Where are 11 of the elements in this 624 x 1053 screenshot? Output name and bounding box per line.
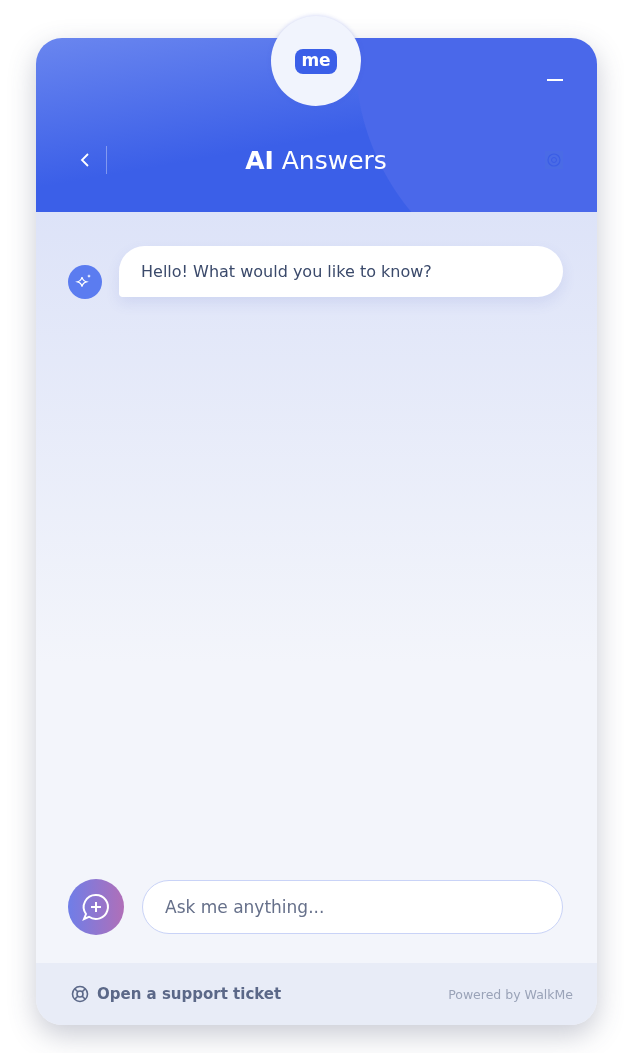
sparkle-avatar-icon: [68, 265, 102, 299]
support-ticket-link[interactable]: Open a support ticket: [71, 985, 282, 1003]
message-input-field[interactable]: Ask me anything...: [142, 880, 563, 934]
logo: me: [295, 48, 337, 74]
message-bubble: Hello! What would you like to know?: [119, 246, 563, 297]
powered-by-text: Powered by WalkMe: [448, 986, 573, 1002]
lifebuoy-icon: [71, 985, 89, 1003]
back-icon[interactable]: [80, 152, 90, 168]
chat-plus-icon: [80, 891, 112, 923]
new-chat-button[interactable]: [68, 879, 124, 935]
window-title: AI Answers: [244, 145, 388, 175]
